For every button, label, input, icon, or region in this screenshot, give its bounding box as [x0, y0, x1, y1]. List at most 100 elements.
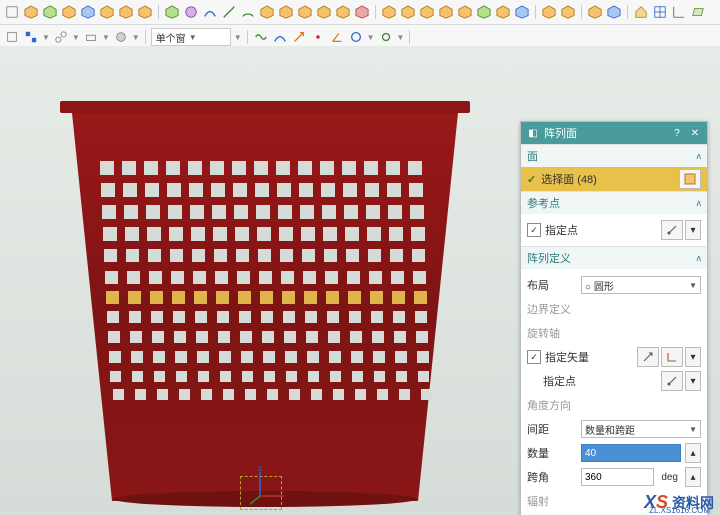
watermark-url: ZL.XS1616.COM [649, 506, 710, 515]
vector-checkbox[interactable]: ✓ [527, 350, 541, 364]
panel-title: 阵列面 [544, 125, 577, 141]
selected-face-strip[interactable]: ✓ 选择面 (48) [521, 167, 707, 191]
help-icon[interactable]: ? [671, 127, 683, 139]
cube-icon[interactable] [259, 4, 275, 20]
loop-icon[interactable] [378, 29, 394, 45]
view-dropdown-label: 单个窗 [156, 30, 186, 45]
home-icon[interactable] [633, 4, 649, 20]
chevron-down-icon[interactable]: ▼ [397, 33, 405, 42]
cube-icon[interactable] [606, 4, 622, 20]
chevron-up-icon: ʌ [697, 253, 702, 263]
arrow-icon[interactable] [291, 29, 307, 45]
cube-icon[interactable] [164, 4, 180, 20]
plane-icon[interactable] [690, 4, 706, 20]
spacing-dropdown[interactable]: 数量和跨距 ▼ [581, 420, 701, 438]
toolbar-row-1 [0, 0, 720, 25]
cube-icon[interactable] [278, 4, 294, 20]
cube-icon[interactable] [354, 4, 370, 20]
count-input[interactable] [581, 444, 681, 462]
section-face-header[interactable]: 面 ʌ [521, 145, 707, 167]
chevron-down-icon: ▼ [689, 425, 697, 434]
point-picker-button[interactable] [661, 220, 683, 240]
chevron-up-icon: ʌ [697, 151, 702, 161]
sphere-icon[interactable] [113, 29, 129, 45]
ref-point-checkbox[interactable]: ✓ [527, 223, 541, 237]
axis-icon[interactable] [671, 4, 687, 20]
chevron-down-icon[interactable]: ▼ [102, 33, 110, 42]
viewport[interactable]: Z ◧ 阵列面 ? ✕ 面 ʌ [0, 46, 720, 515]
cube-icon[interactable] [381, 4, 397, 20]
arc-icon[interactable] [240, 4, 256, 20]
chevron-down-icon[interactable]: ▼ [132, 33, 140, 42]
cube-icon[interactable] [495, 4, 511, 20]
curve-icon[interactable] [202, 4, 218, 20]
point-dropdown[interactable]: ▾ [685, 220, 701, 240]
ref-point-label: 指定点 [545, 222, 657, 238]
cube-icon[interactable] [42, 4, 58, 20]
vector-axis-button[interactable] [661, 347, 683, 367]
svg-text:Z: Z [258, 467, 262, 473]
cube-icon[interactable] [457, 4, 473, 20]
selected-face-label: 选择面 (48) [541, 171, 597, 187]
line-icon[interactable] [221, 4, 237, 20]
tool-icon[interactable] [83, 29, 99, 45]
span-unit: deg [658, 472, 681, 483]
tool-icon[interactable] [23, 29, 39, 45]
cube-icon[interactable] [476, 4, 492, 20]
point-dropdown-2[interactable]: ▾ [685, 371, 701, 391]
section-ref-header[interactable]: 参考点 ʌ [521, 192, 707, 214]
angle-icon[interactable] [329, 29, 345, 45]
point-label: 指定点 [527, 373, 657, 389]
cube-icon[interactable] [99, 4, 115, 20]
sphere-icon[interactable] [183, 4, 199, 20]
select-face-button[interactable] [679, 169, 701, 189]
section-label: 阵列定义 [527, 250, 571, 266]
cube-icon[interactable] [560, 4, 576, 20]
cube-icon[interactable] [438, 4, 454, 20]
point-icon[interactable] [310, 29, 326, 45]
chevron-down-icon[interactable]: ▼ [72, 33, 80, 42]
close-icon[interactable]: ✕ [689, 127, 701, 139]
model-basket [60, 101, 470, 515]
section-def-header[interactable]: 阵列定义 ʌ [521, 247, 707, 269]
chevron-down-icon[interactable]: ▼ [367, 33, 375, 42]
cube-icon[interactable] [316, 4, 332, 20]
cube-icon[interactable] [80, 4, 96, 20]
curve-icon[interactable] [272, 29, 288, 45]
chevron-down-icon: ▼ [189, 33, 197, 42]
chevron-down-icon[interactable]: ▼ [42, 33, 50, 42]
count-label: 数量 [527, 445, 577, 461]
cube-icon[interactable] [419, 4, 435, 20]
axis-triad: Z [250, 466, 290, 506]
cube-icon[interactable] [514, 4, 530, 20]
wave-icon[interactable] [253, 29, 269, 45]
span-label: 跨角 [527, 469, 577, 485]
span-step[interactable]: ▴ [685, 467, 701, 487]
layout-dropdown[interactable]: ○ 圆形 ▼ [581, 276, 701, 294]
tool-icon[interactable] [53, 29, 69, 45]
cube-icon[interactable] [400, 4, 416, 20]
count-step-up[interactable]: ▴ [685, 443, 701, 463]
cube-icon[interactable] [541, 4, 557, 20]
section-label: 参考点 [527, 195, 560, 211]
cube-icon[interactable] [297, 4, 313, 20]
vector-pick-button[interactable] [637, 347, 659, 367]
cube-icon[interactable] [587, 4, 603, 20]
tool-icon[interactable] [4, 29, 20, 45]
panel-header[interactable]: ◧ 阵列面 ? ✕ [521, 122, 707, 144]
point-pick-button[interactable] [661, 371, 683, 391]
cube-icon[interactable] [61, 4, 77, 20]
span-input[interactable] [581, 468, 654, 486]
grid-icon[interactable] [652, 4, 668, 20]
cube-icon[interactable] [335, 4, 351, 20]
chevron-down-icon[interactable]: ▼ [234, 33, 242, 42]
circle-icon[interactable] [348, 29, 364, 45]
cube-icon[interactable] [23, 4, 39, 20]
view-dropdown[interactable]: 单个窗 ▼ [151, 28, 231, 46]
bounds-label: 边界定义 [527, 301, 701, 317]
vector-dropdown[interactable]: ▾ [685, 347, 701, 367]
cube-icon[interactable] [137, 4, 153, 20]
tool-icon[interactable] [4, 4, 20, 20]
check-icon: ✓ [527, 173, 536, 186]
cube-icon[interactable] [118, 4, 134, 20]
